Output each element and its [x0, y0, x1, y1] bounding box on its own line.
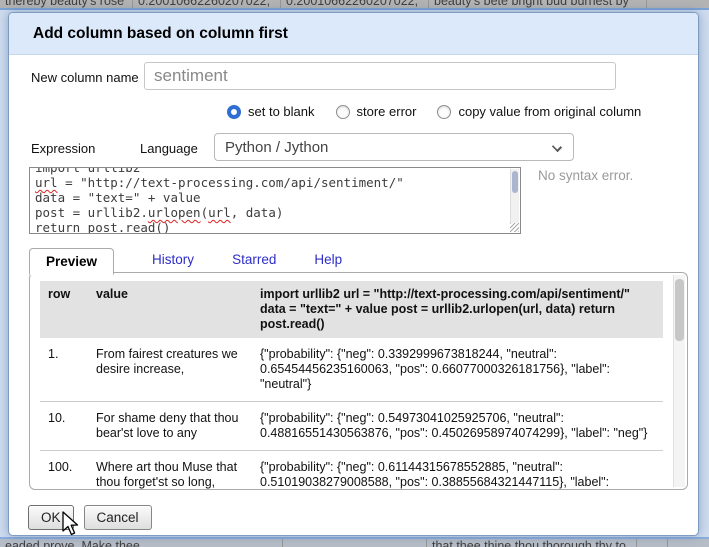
bg-bottom-cell: that thee thine thou thorough thy to: [427, 539, 637, 547]
col-header-expression: import urllib2 url = "http://text-proces…: [260, 287, 655, 332]
code-line-import: import urllib2: [35, 167, 520, 175]
on-error-options: set to blank store error copy value from…: [227, 104, 641, 119]
dialog-buttons: OK Cancel: [28, 505, 152, 530]
bg-top-cell: thereby beauty's rose: [0, 0, 133, 8]
screen: thereby beauty's rose 0.2001066226020702…: [0, 0, 709, 547]
bg-top-cell: 0.20010662260207022,: [133, 0, 281, 8]
background-table-top: thereby beauty's rose 0.2001066226020702…: [0, 0, 709, 10]
add-column-dialog: Add column based on column first New col…: [8, 12, 699, 536]
dialog-title: Add column based on column first: [33, 25, 288, 42]
code-line-url: url = "http://text-processing.com/api/se…: [35, 175, 520, 190]
new-column-name-input[interactable]: [144, 62, 616, 90]
tab-starred[interactable]: Starred: [232, 247, 276, 274]
table-row: 10. For shame deny that thou bear'st lov…: [40, 401, 663, 450]
option-store-error[interactable]: store error: [336, 104, 417, 119]
expression-label: Expression: [31, 141, 95, 156]
bg-top-cell: beauty's bete bright bud burnest by: [429, 0, 647, 8]
chevron-down-icon: [552, 142, 562, 152]
background-table-bottom: eaded prove. Make thee that thee thine t…: [0, 537, 709, 547]
radio-copy-value-icon[interactable]: [437, 105, 451, 119]
preview-table-header: row value import urllib2 url = "http://t…: [40, 281, 663, 338]
radio-copy-value-label[interactable]: copy value from original column: [458, 104, 641, 119]
bg-bottom-cell: [668, 539, 709, 547]
row-result: {"probability": {"neg": 0.61144315678552…: [260, 460, 655, 490]
bg-bottom-text: that thee thine thou thorough thy to: [432, 539, 636, 547]
row-index: 100.: [48, 460, 84, 490]
resize-grip-icon[interactable]: [510, 223, 519, 232]
radio-store-error-label[interactable]: store error: [357, 104, 417, 119]
code-line-return: return post.read(): [35, 220, 520, 234]
table-row: 100. Where art thou Muse that thou forge…: [40, 450, 663, 490]
bg-bottom-cell: [637, 539, 668, 547]
preview-scrollbar[interactable]: [673, 275, 685, 487]
language-label: Language: [140, 141, 198, 156]
code-line-post: post = urllib2.urlopen(url, data): [35, 205, 520, 220]
tab-help[interactable]: Help: [314, 247, 342, 274]
col-header-row: row: [48, 287, 84, 332]
option-copy-value[interactable]: copy value from original column: [437, 104, 641, 119]
mouse-cursor-icon: [61, 511, 79, 537]
code-line-data: data = "text=" + value: [35, 190, 520, 205]
expression-code: import urllib2 url = "http://text-proces…: [35, 167, 520, 234]
language-select[interactable]: Python / Jython: [214, 133, 574, 161]
dialog-header: Add column based on column first: [9, 13, 698, 55]
bg-top-text: 0.20010662260207022,: [138, 0, 280, 8]
syntax-status: No syntax error.: [538, 168, 633, 183]
tab-preview[interactable]: Preview: [29, 248, 114, 275]
bg-bottom-cell: [283, 539, 427, 547]
bg-top-cell: [647, 0, 709, 8]
preview-panel: row value import urllib2 url = "http://t…: [29, 272, 688, 490]
dialog-body: New column name set to blank store error…: [9, 55, 698, 536]
row-index: 1.: [48, 347, 84, 392]
col-header-value: value: [96, 287, 248, 332]
bg-bottom-cell: eaded prove. Make thee: [0, 539, 283, 547]
row-index: 10.: [48, 411, 84, 441]
row-value: Where art thou Muse that thou forget'st …: [96, 460, 248, 490]
bg-top-cell: 0.20010662260207022,: [281, 0, 429, 8]
bg-top-text: thereby beauty's rose: [5, 0, 132, 8]
tab-history[interactable]: History: [152, 247, 194, 274]
expression-editor[interactable]: import urllib2 url = "http://text-proces…: [29, 167, 521, 234]
row-value: For shame deny that thou bear'st love to…: [96, 411, 248, 441]
language-selected-value: Python / Jython: [225, 139, 328, 156]
row-result: {"probability": {"neg": 0.33929996738182…: [260, 347, 655, 392]
preview-scrollbar-thumb[interactable]: [675, 279, 684, 341]
radio-set-to-blank-icon[interactable]: [227, 105, 241, 119]
row-value: From fairest creatures we desire increas…: [96, 347, 248, 392]
radio-store-error-icon[interactable]: [336, 105, 350, 119]
cancel-button[interactable]: Cancel: [84, 505, 152, 530]
option-set-to-blank[interactable]: set to blank: [227, 104, 315, 119]
bg-top-text: beauty's bete bright bud burnest by: [434, 0, 646, 8]
editor-scrollbar-thumb[interactable]: [512, 171, 518, 193]
row-result: {"probability": {"neg": 0.54973041025925…: [260, 411, 655, 441]
tab-bar: Preview History Starred Help: [29, 247, 342, 274]
preview-table: row value import urllib2 url = "http://t…: [40, 281, 663, 490]
table-row: 1. From fairest creatures we desire incr…: [40, 338, 663, 401]
radio-set-to-blank-label[interactable]: set to blank: [248, 104, 315, 119]
editor-scrollbar[interactable]: [510, 169, 519, 223]
bg-bottom-text: eaded prove. Make thee: [5, 539, 282, 547]
new-column-name-label: New column name: [31, 70, 139, 85]
bg-top-text: 0.20010662260207022,: [286, 0, 428, 8]
